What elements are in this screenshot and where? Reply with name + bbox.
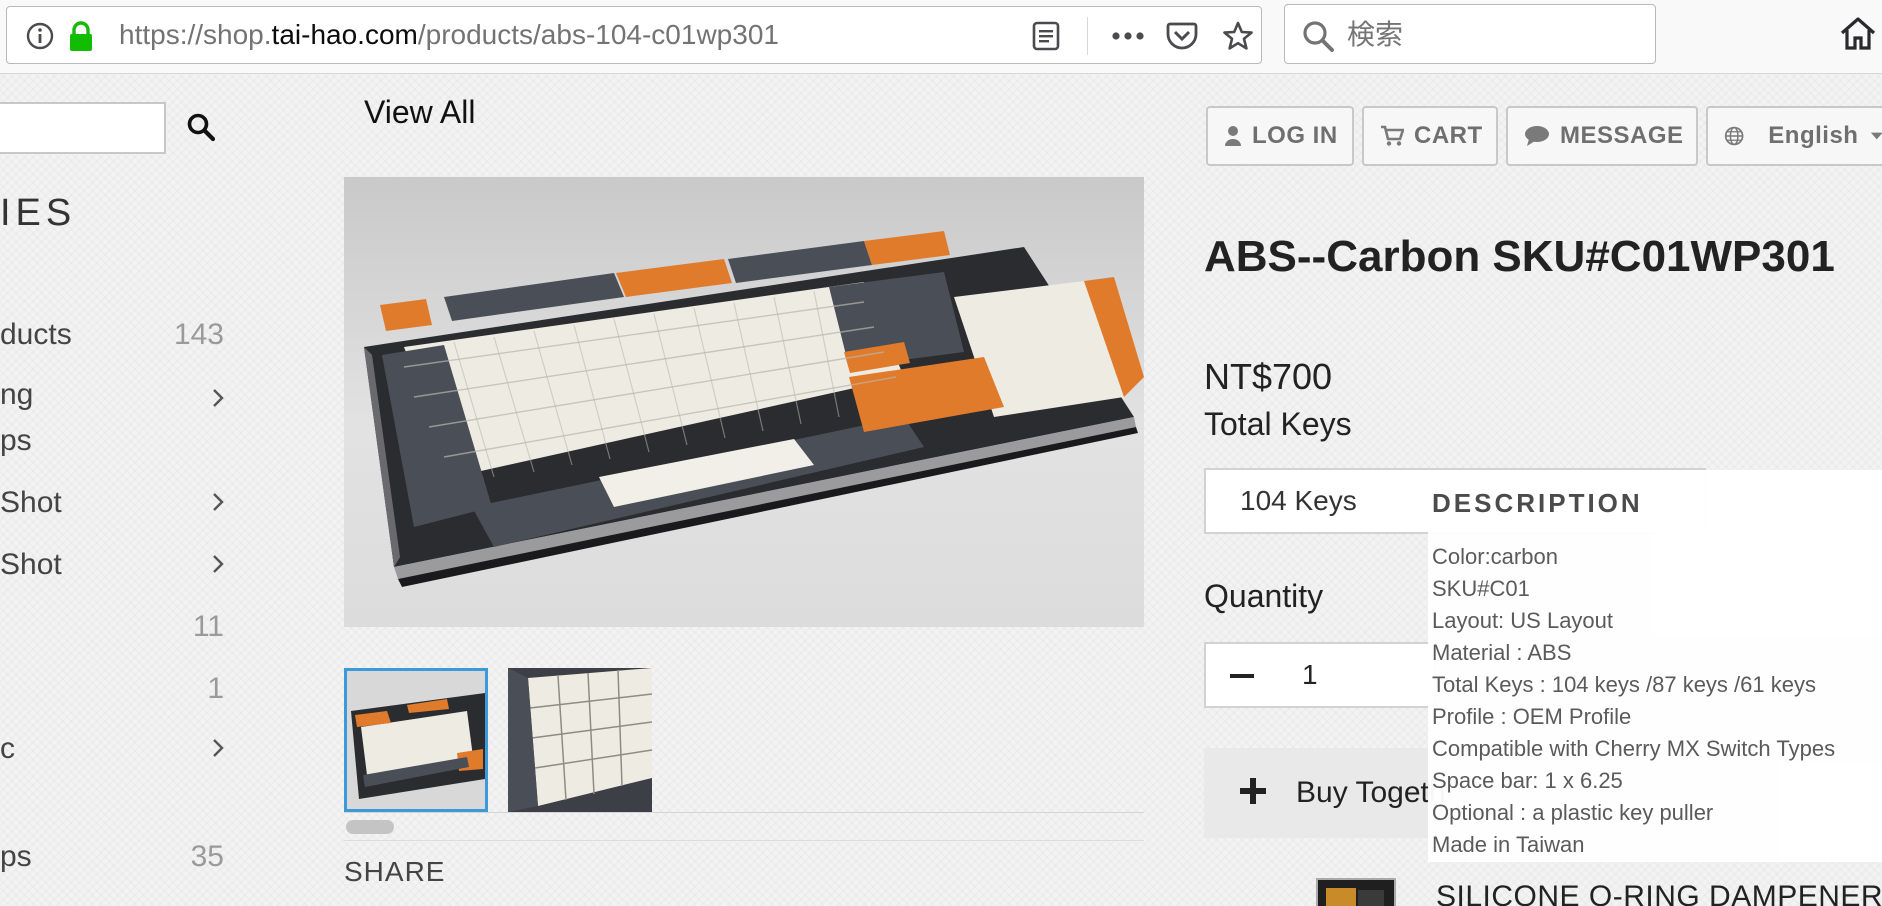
url-path: /products/abs-104-c01wp301	[417, 19, 779, 50]
message-label: MESSAGE	[1560, 122, 1684, 149]
description-line: Layout: US Layout	[1432, 608, 1614, 633]
user-icon	[1225, 126, 1241, 146]
caret-down-icon	[1871, 132, 1882, 140]
more-actions-icon[interactable]	[1111, 19, 1145, 53]
description-line: Color:carbon	[1432, 544, 1558, 569]
reader-view-icon[interactable]	[1029, 19, 1063, 53]
sidebar-category[interactable]: ps	[0, 834, 32, 880]
search-icon	[1301, 19, 1335, 53]
globe-icon	[1724, 126, 1744, 146]
description-line: Material : ABS	[1432, 640, 1572, 665]
description-line: Compatible with Cherry MX Switch Types	[1432, 736, 1836, 761]
plus-icon	[1240, 778, 1266, 804]
browser-toolbar: https://shop.tai-hao.com/products/abs-10…	[0, 0, 1882, 74]
category-count: 11	[192, 610, 224, 643]
view-all-link[interactable]: View All	[364, 94, 475, 131]
description-line: Profile : OEM Profile	[1432, 704, 1632, 729]
category-count: 35	[190, 840, 224, 873]
sidebar-category[interactable]: Shot	[0, 542, 62, 588]
language-label: English	[1768, 122, 1859, 149]
cart-label: CART	[1414, 122, 1483, 149]
pocket-icon[interactable]	[1165, 19, 1199, 53]
description-tooltip: DESCRIPTION Color:carbon SKU#C01 Layout:…	[1428, 470, 1882, 862]
message-button[interactable]: MESSAGE	[1506, 106, 1698, 166]
info-icon[interactable]	[25, 21, 55, 51]
quantity-input[interactable]: 1	[1276, 642, 1436, 708]
product-title: ABS--Carbon SKU#C01WP301	[1204, 232, 1835, 281]
cart-icon	[1381, 125, 1404, 146]
description-line: Space bar: 1 x 6.25	[1432, 768, 1623, 793]
category-count: 143	[173, 318, 224, 351]
product-thumbnail-2[interactable]	[508, 668, 652, 812]
chevron-right-icon[interactable]	[208, 488, 228, 516]
url-separator	[1087, 17, 1088, 55]
divider	[344, 840, 1144, 841]
url-bar[interactable]: https://shop.tai-hao.com/products/abs-10…	[6, 6, 1262, 64]
addon-product-title[interactable]: SILICONE O-RING DAMPENER	[1436, 880, 1882, 906]
login-button[interactable]: LOG IN	[1206, 106, 1354, 166]
sidebar-search-input[interactable]	[0, 102, 166, 154]
description-line: Total Keys : 104 keys /87 keys /61 keys	[1432, 672, 1816, 697]
sidebar-search-button[interactable]	[186, 112, 220, 146]
chevron-right-icon[interactable]	[208, 384, 228, 412]
thumbnail-scroll-track	[344, 812, 1144, 813]
description-line: SKU#C01	[1432, 576, 1530, 601]
product-main-image[interactable]	[344, 177, 1144, 627]
chat-bubble-icon	[1525, 126, 1549, 146]
sidebar-category[interactable]: ng	[0, 372, 33, 418]
sidebar-heading: IES	[0, 192, 77, 234]
product-price: NT$700	[1204, 356, 1333, 397]
browser-search-bar[interactable]	[1284, 4, 1656, 64]
cart-button[interactable]: CART	[1362, 106, 1498, 166]
description-line: Made in Taiwan	[1432, 832, 1585, 857]
buy-together-label: Buy Togeth	[1296, 776, 1446, 809]
description-heading: DESCRIPTION	[1432, 488, 1643, 518]
lock-icon[interactable]	[67, 20, 95, 52]
login-label: LOG IN	[1252, 122, 1338, 149]
url-prefix: https://shop.	[119, 19, 272, 50]
variant-label: Total Keys	[1204, 406, 1352, 442]
url-host: tai-hao.com	[271, 19, 418, 50]
addon-product-image[interactable]	[1316, 878, 1396, 906]
share-label: SHARE	[344, 856, 446, 887]
sidebar-category-line2[interactable]: ps	[0, 418, 32, 464]
sidebar-category[interactable]: c	[0, 726, 15, 772]
language-dropdown[interactable]: English	[1706, 106, 1882, 166]
quantity-decrement-button[interactable]	[1204, 642, 1278, 708]
chevron-right-icon[interactable]	[208, 734, 228, 762]
category-count: 1	[207, 672, 224, 705]
quantity-label: Quantity	[1204, 578, 1324, 614]
product-thumbnail-1[interactable]	[344, 668, 488, 812]
chevron-right-icon[interactable]	[208, 550, 228, 578]
browser-search-input[interactable]	[1347, 13, 1637, 55]
description-line: Optional : a plastic key puller	[1432, 800, 1714, 825]
sidebar-category[interactable]: ducts	[0, 312, 72, 358]
thumbnail-scrollbar[interactable]	[346, 820, 394, 834]
bookmark-star-icon[interactable]	[1221, 19, 1255, 53]
home-icon[interactable]	[1838, 14, 1878, 54]
sidebar-category[interactable]: Shot	[0, 480, 62, 526]
url-text[interactable]: https://shop.tai-hao.com/products/abs-10…	[119, 7, 779, 63]
